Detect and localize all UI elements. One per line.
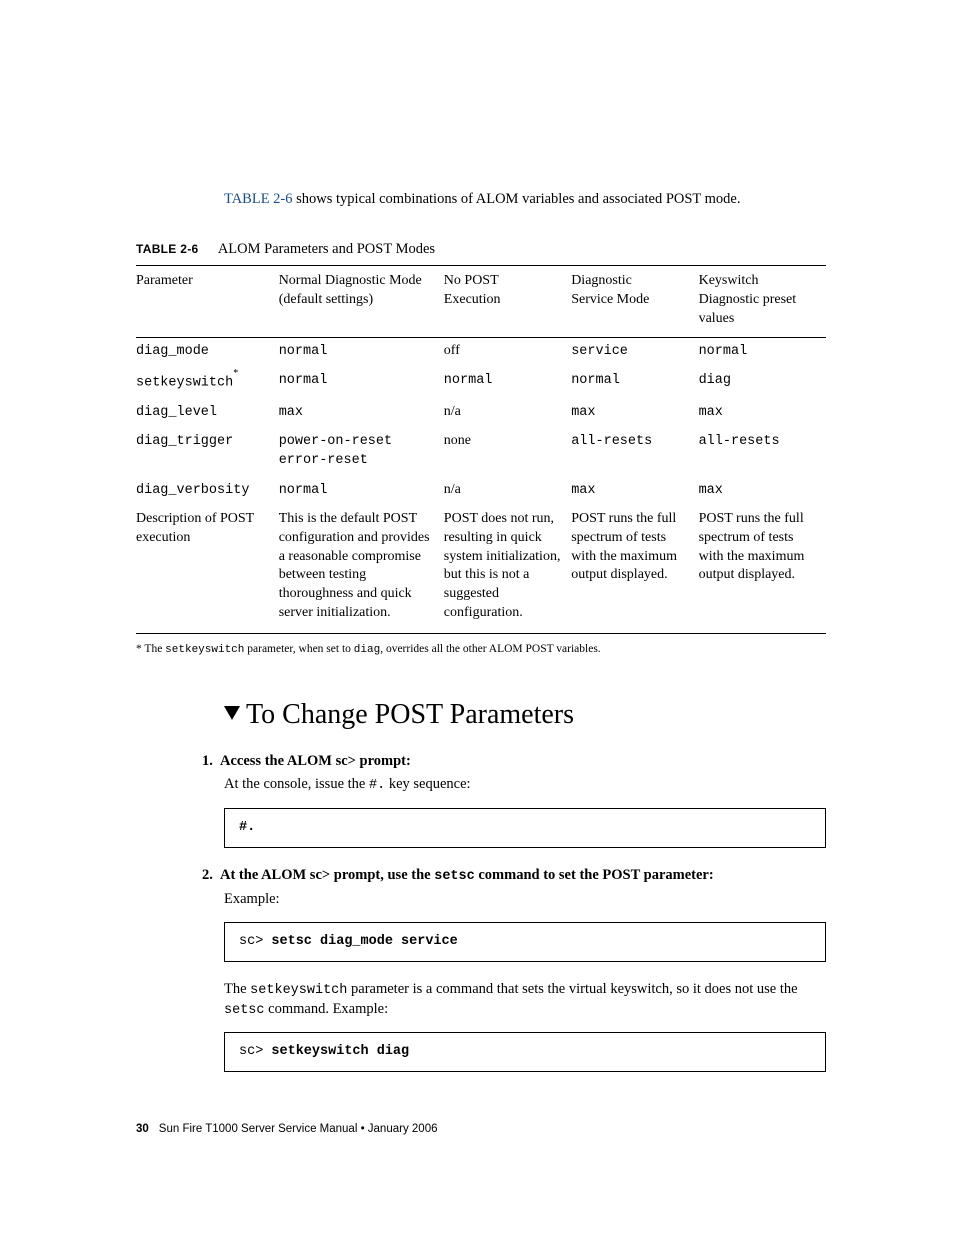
th-no-post: No POST Execution <box>444 266 571 338</box>
page-number: 30 <box>136 1123 149 1135</box>
step-1-body-mono: #. <box>369 778 385 793</box>
code-box-3: sc> setkeyswitch diag <box>224 1032 826 1072</box>
section-heading: To Change POST Parameters <box>224 696 826 734</box>
step-2-head-pre: At the ALOM sc> prompt, use the <box>220 867 434 883</box>
cell-value: n/a <box>444 399 571 428</box>
th-normal-mode: Normal Diagnostic Mode (default settings… <box>279 266 444 338</box>
cell-value: all-resets <box>699 428 826 476</box>
cell-value: POST runs the full spectrum of tests wit… <box>571 506 698 634</box>
code-2-bold: setsc diag_mode service <box>271 934 457 949</box>
para2-m1: setkeyswitch <box>250 983 347 998</box>
step-2-para2: The setkeyswitch parameter is a command … <box>224 980 826 1020</box>
step-2-head-mono: setsc <box>434 869 475 884</box>
table-caption-title: ALOM Parameters and POST Modes <box>218 241 435 257</box>
para2-mid: parameter is a command that sets the vir… <box>347 981 797 997</box>
step-1-body: At the console, issue the #. key sequenc… <box>224 775 826 795</box>
cell-value: normal <box>279 367 444 399</box>
table-row: setkeyswitch*normalnormalnormaldiag <box>136 367 826 399</box>
step-2-num: 2. <box>202 866 220 886</box>
page: TABLE 2-6 shows typical combinations of … <box>0 0 954 1228</box>
th-normal-mode-l2: (default settings) <box>279 292 373 307</box>
cell-value: normal <box>699 337 826 367</box>
th-no-post-l1: No POST <box>444 273 499 288</box>
step-2-head: 2.At the ALOM sc> prompt, use the setsc … <box>224 866 826 886</box>
intro-text: shows typical combinations of ALOM varia… <box>293 191 741 207</box>
footnote-mono1: setkeyswitch <box>165 644 244 656</box>
cell-value: POST runs the full spectrum of tests wit… <box>699 506 826 634</box>
cell-parameter: diag_level <box>136 399 279 428</box>
cell-value: power-on-reseterror-reset <box>279 428 444 476</box>
th-parameter: Parameter <box>136 266 279 338</box>
triangle-icon <box>224 693 240 731</box>
code-box-1: #. <box>224 808 826 848</box>
step-1-head: 1.Access the ALOM sc> prompt: <box>224 752 826 772</box>
cell-value: This is the default POST configuration a… <box>279 506 444 634</box>
cell-parameter: diag_verbosity <box>136 477 279 506</box>
table-row: diag_verbositynormaln/amaxmax <box>136 477 826 506</box>
cell-value: normal <box>279 477 444 506</box>
th-normal-mode-l1: Normal Diagnostic Mode <box>279 273 422 288</box>
cell-value: none <box>444 428 571 476</box>
cell-value: POST does not run, resulting in quick sy… <box>444 506 571 634</box>
table-row: Description of POST executionThis is the… <box>136 506 826 634</box>
step-1: 1.Access the ALOM sc> prompt: At the con… <box>224 752 826 848</box>
step-1-head-text: Access the ALOM sc> prompt: <box>220 753 411 769</box>
page-footer: 30 Sun Fire T1000 Server Service Manual •… <box>136 1122 826 1138</box>
cell-value: n/a <box>444 477 571 506</box>
table-row: diag_levelmaxn/amaxmax <box>136 399 826 428</box>
cell-value: max <box>571 477 698 506</box>
cell-value: max <box>699 399 826 428</box>
intro-paragraph: TABLE 2-6 shows typical combinations of … <box>224 190 826 210</box>
step-2-head-post: command to set the POST parameter: <box>475 867 714 883</box>
footnote-pre: * The <box>136 643 165 655</box>
steps: 1.Access the ALOM sc> prompt: At the con… <box>224 752 826 1073</box>
para2-pre: The <box>224 981 250 997</box>
th-diag-service-l1: Diagnostic <box>571 273 632 288</box>
cell-value: service <box>571 337 698 367</box>
cell-value: max <box>699 477 826 506</box>
cell-parameter: Description of POST execution <box>136 506 279 634</box>
step-1-body-post: key sequence: <box>385 776 470 792</box>
code-3-bold: setkeyswitch diag <box>271 1044 409 1059</box>
para2-m2: setsc <box>224 1003 265 1018</box>
code-1-bold: #. <box>239 820 255 835</box>
table-caption: TABLE 2-6 ALOM Parameters and POST Modes <box>136 240 826 260</box>
table-row: diag_modenormaloffservicenormal <box>136 337 826 367</box>
para2-post: command. Example: <box>265 1001 389 1017</box>
footnote-mid: parameter, when set to <box>244 643 353 655</box>
cell-value: normal <box>444 367 571 399</box>
cell-value: all-resets <box>571 428 698 476</box>
th-keyswitch: Keyswitch Diagnostic preset values <box>699 266 826 338</box>
cell-value: max <box>279 399 444 428</box>
cell-parameter: diag_trigger <box>136 428 279 476</box>
code-2-plain: sc> <box>239 934 271 949</box>
step-2: 2.At the ALOM sc> prompt, use the setsc … <box>224 866 826 1073</box>
footnote-post: , overrides all the other ALOM POST vari… <box>380 643 600 655</box>
cell-value: off <box>444 337 571 367</box>
code-3-plain: sc> <box>239 1044 271 1059</box>
params-table: Parameter Normal Diagnostic Mode (defaul… <box>136 265 826 634</box>
cell-value: diag <box>699 367 826 399</box>
step-2-body: Example: <box>224 890 826 910</box>
step-1-num: 1. <box>202 752 220 772</box>
cell-value: normal <box>571 367 698 399</box>
th-diag-service: Diagnostic Service Mode <box>571 266 698 338</box>
section-title-text: To Change POST Parameters <box>246 699 574 730</box>
th-no-post-l2: Execution <box>444 292 501 307</box>
table-row: diag_triggerpower-on-reseterror-resetnon… <box>136 428 826 476</box>
table-caption-label: TABLE 2-6 <box>136 242 198 256</box>
cell-parameter: diag_mode <box>136 337 279 367</box>
table-footnote: * The setkeyswitch parameter, when set t… <box>136 642 826 658</box>
footer-text: Sun Fire T1000 Server Service Manual • J… <box>159 1123 438 1135</box>
code-box-2: sc> setsc diag_mode service <box>224 922 826 962</box>
cell-value: normal <box>279 337 444 367</box>
table-reference-link[interactable]: TABLE 2-6 <box>224 191 293 207</box>
th-diag-service-l2: Service Mode <box>571 292 649 307</box>
cell-value: max <box>571 399 698 428</box>
step-1-body-pre: At the console, issue the <box>224 776 369 792</box>
footnote-mono2: diag <box>354 644 380 656</box>
cell-parameter: setkeyswitch* <box>136 367 279 399</box>
